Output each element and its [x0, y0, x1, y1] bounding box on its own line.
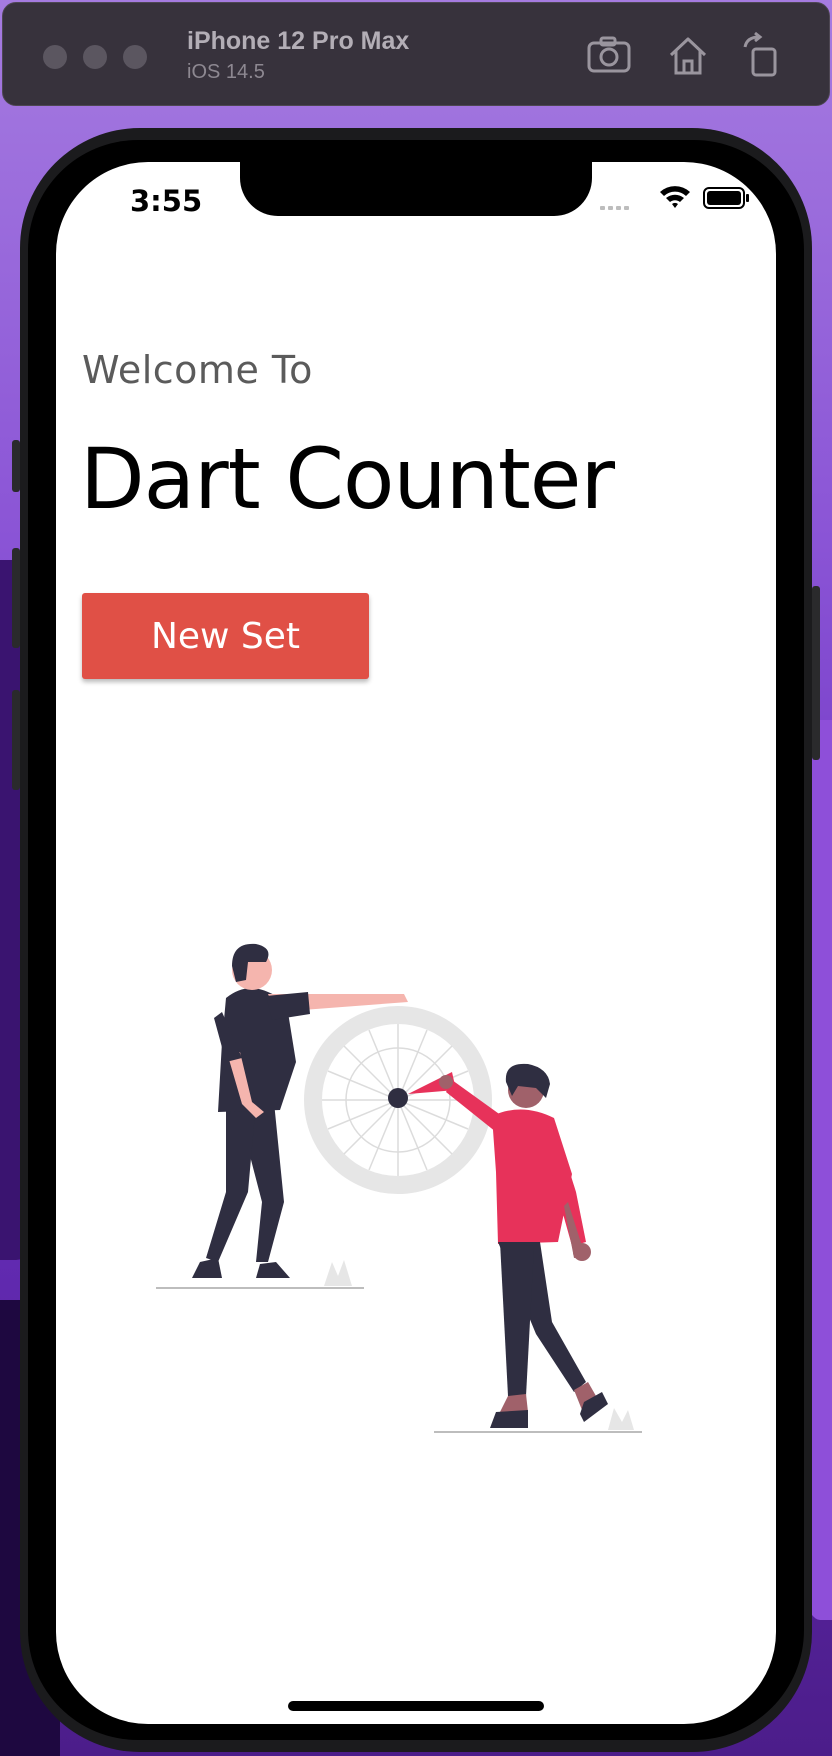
- wifi-icon: [660, 186, 690, 208]
- window-minimize-button[interactable]: [83, 45, 107, 69]
- mute-switch: [12, 440, 20, 492]
- status-icons: [600, 186, 749, 210]
- notch: [240, 162, 592, 216]
- simulator-title-bar: iPhone 12 Pro Max iOS 14.5: [2, 2, 830, 106]
- window-zoom-button[interactable]: [123, 45, 147, 69]
- volume-up-button: [12, 548, 20, 648]
- phone-screen: 3:55 Welcome To Dart Counter New Set: [56, 162, 776, 1724]
- cellular-signal-icon: [600, 206, 629, 210]
- window-close-button[interactable]: [43, 45, 67, 69]
- status-time: 3:55: [130, 184, 203, 218]
- simulator-os-version: iOS 14.5: [187, 61, 265, 83]
- new-set-button[interactable]: New Set: [82, 593, 369, 679]
- dartboard-illustration: [156, 943, 642, 1433]
- page-title: Dart Counter: [80, 430, 615, 528]
- simulator-device-name: iPhone 12 Pro Max: [187, 27, 410, 55]
- rotate-icon[interactable]: [737, 31, 787, 81]
- battery-icon: [703, 187, 749, 209]
- home-indicator[interactable]: [288, 1701, 544, 1711]
- home-icon[interactable]: [663, 31, 713, 81]
- power-button: [812, 586, 820, 760]
- welcome-text: Welcome To: [82, 348, 313, 392]
- volume-down-button: [12, 690, 20, 790]
- screenshot-icon[interactable]: [585, 31, 635, 81]
